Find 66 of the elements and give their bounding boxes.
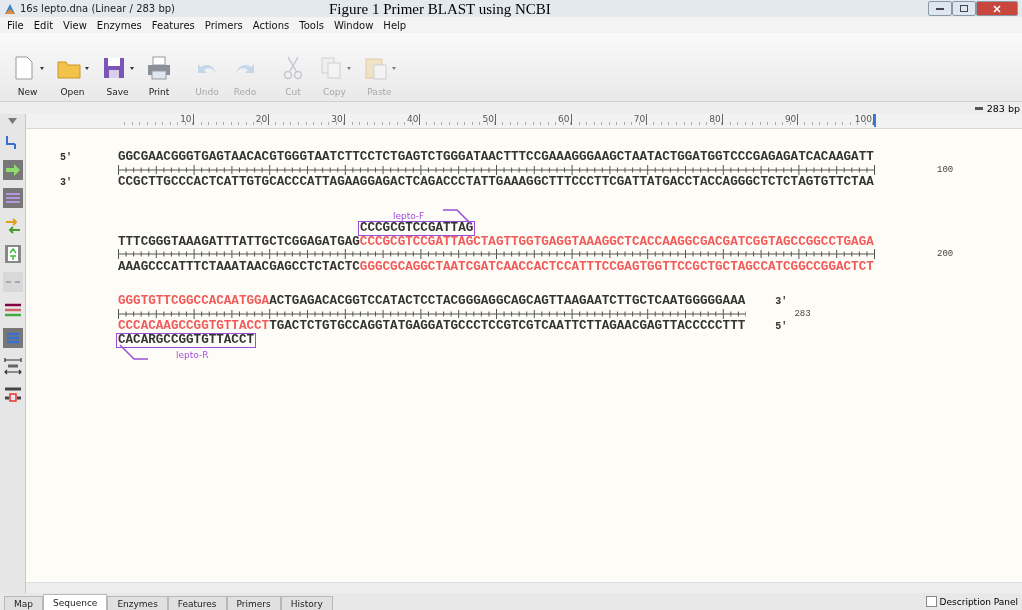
view-tab[interactable]: History <box>280 596 333 610</box>
view-tab[interactable]: Features <box>167 596 227 610</box>
close-button[interactable] <box>976 1 1018 16</box>
primer-name: lepto-F <box>392 210 425 221</box>
copy-pages-icon <box>318 55 344 81</box>
dna-sequence: GGCGAACGGGTGAGTAACACGTGGGTAATCTTCCTCTGAGTCTGGGATAACTTTCCGAAAGGGAAGCTAATACTGGATGGTCCCGAGAGATCACAAGATT <box>118 150 874 164</box>
menu-item[interactable]: Actions <box>247 19 295 31</box>
strand-end-label: 3' <box>60 176 72 188</box>
view-tab[interactable]: Map <box>4 596 43 610</box>
menu-item[interactable]: Help <box>378 19 412 31</box>
menu-item[interactable]: Features <box>146 19 200 31</box>
horizontal-scrollbar[interactable] <box>26 582 1022 593</box>
double-strand-icon[interactable] <box>2 188 23 208</box>
toolbar-button[interactable]: Print <box>143 55 175 97</box>
sequence-length: 283 bp <box>986 102 1020 114</box>
strand-end-label: 5' <box>60 151 72 163</box>
scale-ruler-icon[interactable] <box>2 356 23 376</box>
maximize-icon <box>960 5 968 12</box>
dna-sequence: ACTGAGACACGGTCCATACTCCTACGGGAGGCAGCAGTTAAGAATCTTGCTCAATGGGGGAAA <box>269 294 746 308</box>
caret-icon <box>40 66 44 70</box>
app-icon <box>4 2 16 15</box>
primer-region-sequence: GGGTGTTCGGCCACAATGGA <box>118 294 270 308</box>
primer-region-sequence: CCCGCGTCCGATTAGCTAGTTGGTGAGGTAAAGGCTCACCAAGGCGACGATCGGTAGCCGGCCTGAGA <box>359 234 874 249</box>
menu-item[interactable]: File <box>2 19 29 31</box>
caret-icon <box>392 66 396 70</box>
figure-caption: Figure 1 Primer BLAST using NCBI <box>329 0 551 17</box>
menu-item[interactable]: Window <box>328 19 379 31</box>
printer-icon <box>146 55 172 81</box>
strand-end-label: 5' <box>774 320 789 332</box>
maximize-button[interactable] <box>952 1 976 16</box>
view-tab[interactable]: Primers <box>226 596 281 610</box>
dropdown-arrow-icon[interactable] <box>8 118 17 124</box>
menu-item[interactable]: Edit <box>28 19 59 31</box>
menu-item[interactable]: Enzymes <box>91 19 147 31</box>
menu-item[interactable]: View <box>58 19 92 31</box>
close-icon <box>993 4 1001 13</box>
primer-region-sequence: CCCACAAGCCGGTGTTACCT <box>118 319 270 333</box>
dna-sequence: AAAGCCCATTTCTAAATAACGAGCCTCTACTC <box>118 259 360 274</box>
view-tab[interactable]: Sequence <box>43 594 108 610</box>
base-position: 100 <box>936 164 954 175</box>
toolbar-button[interactable]: New <box>8 55 47 97</box>
toolbar-button[interactable]: Open <box>53 55 92 97</box>
minimize-icon <box>936 7 944 10</box>
base-letters-icon[interactable] <box>2 244 23 264</box>
dna-sequence: TTTCGGGTAAAGATTTATTGCTCGGAGATGAG <box>118 234 360 249</box>
clipboard-icon <box>363 55 389 81</box>
strand-end-label: 3' <box>774 295 789 307</box>
window-title: 16s lepto.dna (Linear / 283 bp) <box>20 3 175 14</box>
caret-icon <box>347 66 351 70</box>
base-position: 200 <box>936 249 954 260</box>
view-tab[interactable]: Enzymes <box>107 596 168 610</box>
base-position: 283 <box>793 308 811 319</box>
amino-acid-icon[interactable] <box>2 328 23 348</box>
dna-sequence: TGACTCTGTGCCAGGTATGAGGATGCCCTCCGTCGTCAATTCTTAGAACGAGTTACCCCCTTT <box>269 319 746 333</box>
menu-item[interactable]: Primers <box>199 19 248 31</box>
primer-sequence[interactable]: CACARGCCGGTGTTACCT <box>116 332 257 348</box>
toolbar-button[interactable]: Save <box>98 55 137 97</box>
menu-item[interactable]: Tools <box>294 19 329 31</box>
caret-icon <box>85 66 89 70</box>
caret-icon <box>130 66 134 70</box>
minimize-button[interactable] <box>928 1 952 16</box>
dna-sequence: CCGCTTGCCCACTCATTGTGCACCCATTAGAAGGAGACTCAGACCCTATTGAAAGGCTTTCCCTTCGATTATGACCTACCAGGGCTCTCTAGTGTTCTAA <box>118 175 874 189</box>
primer-sequence[interactable]: CCCGCGTCCGATTAG <box>357 220 476 236</box>
primer-region-sequence: GGGCGCAGGCTAATCGATCAACCACTCCATTTCCGAGTGGTTCCGCTGCTAGCCATCGGCCGGACTCT <box>359 259 874 274</box>
description-panel-checkbox[interactable]: Description Panel <box>925 596 1022 607</box>
primer-name: lepto-R <box>176 349 209 360</box>
